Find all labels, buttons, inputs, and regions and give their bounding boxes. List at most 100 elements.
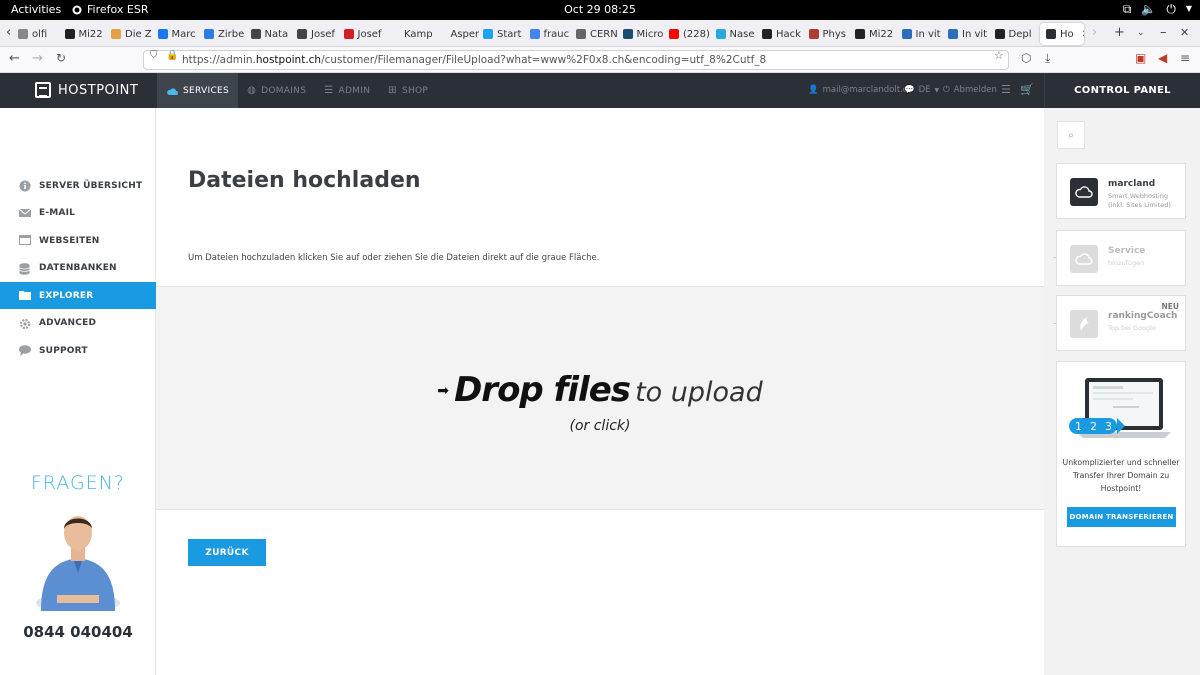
nav-domains[interactable]: ◍ DOMAINS [238,73,315,108]
logout-link[interactable]: ⏻ Abmelden [943,85,997,95]
sidebar-item-advanced[interactable]: ADVANCED [0,310,156,337]
announcement-icon[interactable]: ◀ [1158,51,1167,65]
tab-favicon-icon [994,29,1005,39]
sidebar-item-support[interactable]: SUPPORT [0,337,156,364]
tab[interactable]: Josef [343,23,386,45]
tab[interactable]: Nata [250,23,293,45]
back-button[interactable]: ZURÜCK [188,539,266,566]
tab[interactable]: Micro [622,23,665,45]
downloads-icon[interactable]: ⤓ [1045,51,1050,66]
tab-label: Depl [1008,28,1032,40]
sidebar-item-label: SERVER ÜBERSICHT [39,180,143,191]
menu-icon[interactable]: ≡ [1180,51,1190,65]
database-icon [19,262,31,275]
tab[interactable]: Phys [808,23,851,45]
hostpoint-favicon-icon [1046,29,1056,39]
tab[interactable]: (228) [669,23,711,45]
page-title: Dateien hochladen [188,168,421,193]
new-tab-icon[interactable]: + [1114,25,1125,40]
list-all-tabs-icon[interactable]: ⌄ [1137,28,1145,38]
sidebar-item-label: SUPPORT [39,345,88,356]
gear-icon [19,318,31,329]
tab-label: Josef [311,28,335,40]
search-button[interactable]: ⌕ [1057,121,1085,149]
tab-label: Hack [776,28,801,40]
cart-icon[interactable]: 🛒 [1020,83,1034,96]
hosting-card-marcland[interactable]: marcland Smart Webhosting (inkl. Sites L… [1056,163,1186,219]
tab[interactable]: frauc [529,23,572,45]
tab[interactable]: Kampus [390,23,432,45]
tab[interactable]: In vit [901,23,944,45]
file-drop-zone[interactable]: ➡ Drop files to upload (or click) [156,286,1044,510]
tab[interactable]: Start [483,23,525,45]
hostpoint-logo[interactable]: HOSTPOINT [35,82,138,98]
bookmark-star-icon[interactable]: ☆ [994,49,1004,62]
sidebar-item-explorer[interactable]: EXPLORER [0,282,156,309]
shield-icon[interactable]: ⛉ [150,50,158,61]
tab-label: Marc [171,28,196,40]
info-icon [19,180,31,192]
minimize-window-icon[interactable]: – [1160,25,1167,40]
tab[interactable]: Depl [994,23,1037,45]
support-phone[interactable]: 0844 040404 [0,623,156,641]
tab-label: Die Z [125,28,152,40]
reload-icon[interactable]: ↻ [56,51,66,65]
back-icon[interactable]: ← [9,51,20,66]
nav-label: SERVICES [183,85,230,96]
add-service-card[interactable]: Service hinzufügen [1056,230,1186,286]
tab[interactable]: Hack [762,23,804,45]
control-panel-title[interactable]: CONTROL PANEL [1044,73,1200,108]
tab-active[interactable]: Ho ✕ [1040,23,1084,45]
step-number: 3 [1105,420,1112,433]
tab[interactable]: Zirbe [204,23,246,45]
tab[interactable]: Mi22 [64,23,107,45]
sidebar-item-webseiten[interactable]: WEBSEITEN [0,227,156,254]
system-tray[interactable]: ⧉ 🔈 ⏻ ▼ [1123,2,1192,17]
tab[interactable]: In vit [948,23,990,45]
tab-scroll-right-icon[interactable]: › [1092,25,1097,40]
domain-transfer-button[interactable]: DOMAIN TRANSFERIEREN [1067,507,1176,527]
ranking-coach-card[interactable]: NEU rankingCoach Top bei Google [1056,295,1186,351]
sidebar-item-datenbanken[interactable]: DATENBANKEN [0,255,156,282]
tab-favicon-icon [204,29,214,39]
tab[interactable]: olfi [18,23,60,45]
domain-transfer-promo: 1 2 3 Unkomplizierter und schneller Tran… [1056,361,1186,547]
chat-icon: 💬 [904,85,915,95]
lock-icon[interactable]: 🔒 [166,50,178,61]
globe-icon: ◍ [247,85,257,96]
nav-shop[interactable]: ⊞ SHOP [379,73,437,108]
tab[interactable]: Marc [157,23,200,45]
tab[interactable]: Die Z [111,23,153,45]
sidebar-item-server-übersicht[interactable]: SERVER ÜBERSICHT [0,172,156,199]
list-icon[interactable]: ☰ [1001,83,1011,96]
tab-label: Phys [822,28,847,40]
extension-icon[interactable]: ▣ [1135,51,1146,65]
tab[interactable]: CERN [576,23,618,45]
tab[interactable]: Josef [297,23,339,45]
nav-admin[interactable]: ☰ ADMIN [315,73,379,108]
search-icon: ⌕ [1068,129,1074,141]
close-window-icon[interactable]: ✕ [1180,26,1189,39]
promo-steps: 1 2 3 [1075,420,1112,433]
close-tab-icon[interactable]: ✕ [1082,29,1084,40]
tab-favicon-icon [343,29,354,39]
account-email[interactable]: 👤 mail@marclandolt.ch [808,85,913,95]
clock[interactable]: Oct 29 08:25 [0,3,1200,16]
browser-nav-bar: ← → ↻ https://admin.hostpoint.ch/custome… [0,47,1200,73]
tab-label: olfi [32,28,48,40]
system-top-bar: Activities Firefox ESR Oct 29 08:25 ⧉ 🔈 … [0,0,1200,20]
nav-services[interactable]: SERVICES [157,73,239,108]
language-selector[interactable]: 💬 DE ▼ [904,85,939,95]
pocket-icon[interactable]: ⬡ [1021,51,1031,65]
tab[interactable]: Nase [715,23,758,45]
sidebar-item-e-mail[interactable]: E-MAIL [0,200,156,227]
tab[interactable]: Aspergi [436,23,479,45]
tab-scroll-left-icon[interactable]: ‹ [6,25,11,40]
tab[interactable]: Mi22 [855,23,897,45]
main-content: Dateien hochladen Um Dateien hochzuladen… [156,108,1044,675]
url-bar[interactable]: https://admin.hostpoint.ch/customer/File… [143,50,1009,70]
tab-label: Nase [729,28,755,40]
tab-favicon-icon [64,29,75,39]
logo-text: HOSTPOINT [58,82,139,98]
forward-icon[interactable]: → [32,51,43,66]
